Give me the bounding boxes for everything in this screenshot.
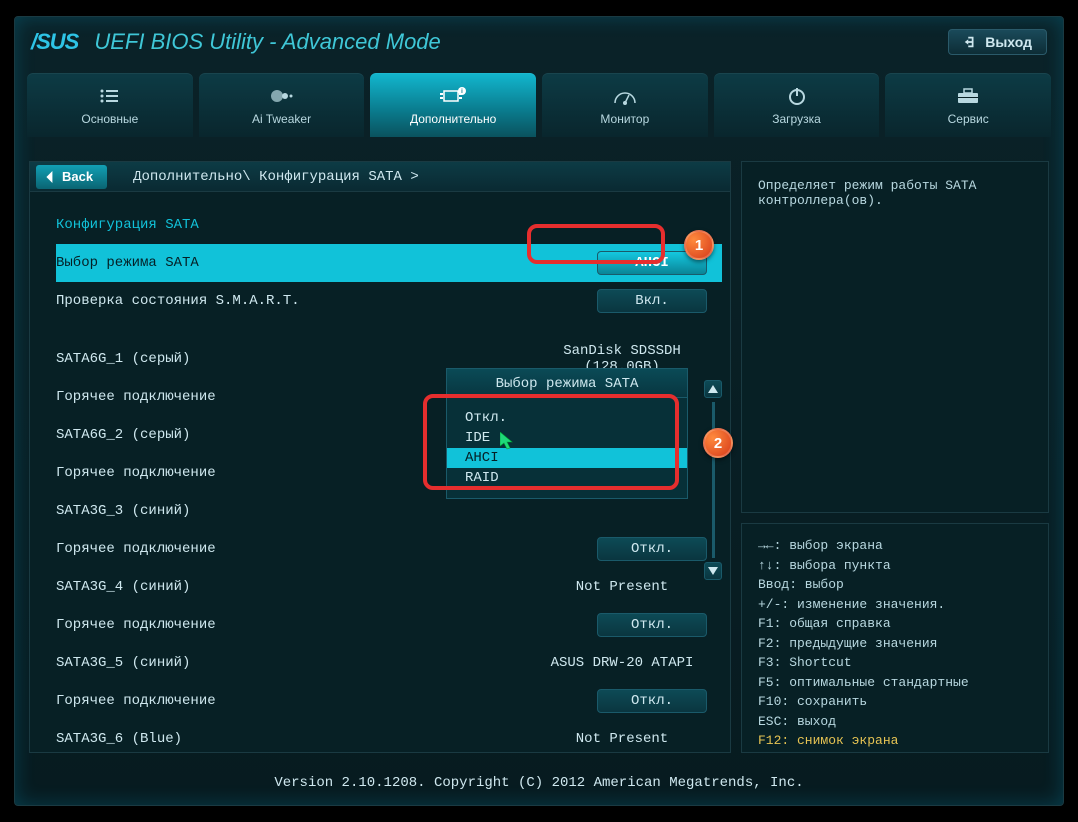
dropdown-option-disabled[interactable]: Откл. [447,408,687,428]
tab-label: Дополнительно [410,112,496,126]
dropdown-body: Откл. IDE AHCI RAID [446,398,688,499]
setting-port-6: SATA3G_6 (Blue) Not Present [56,720,722,758]
titlebar-left: /SUS UEFI BIOS Utility - Advanced Mode [31,29,441,55]
main-scrollbar [704,380,722,580]
tab-label: Ai Tweaker [252,112,311,126]
hotkey-line: F1: общая справка [758,614,1032,634]
setting-label: SATA3G_5 (синий) [56,655,522,671]
setting-value: Not Present [522,579,722,595]
scroll-track[interactable] [712,402,715,558]
setting-label: SATA6G_1 (серый) [56,351,522,367]
tab-label: Сервис [948,112,989,126]
heading-label: Конфигурация SATA [56,217,722,233]
setting-label: SATA3G_3 (синий) [56,503,722,519]
hotkey-line-highlight: F12: снимок экрана [758,731,1032,751]
setting-hotplug-3[interactable]: Горячее подключение Откл. [56,530,722,568]
tab-label: Монитор [600,112,649,126]
hotkey-line: F2: предыдущие значения [758,634,1032,654]
hotkey-line: +/-: изменение значения. [758,595,1032,615]
side-panel: Определяет режим работы SATA контроллера… [741,161,1049,753]
setting-value-button[interactable]: Откл. [597,689,707,713]
scroll-down-button[interactable] [704,562,722,580]
setting-label: Проверка состояния S.M.A.R.T. [56,293,582,309]
tweaker-icon [269,84,295,108]
setting-value-button[interactable]: Откл. [597,537,707,561]
tab-monitor[interactable]: Монитор [542,73,708,137]
setting-value: ASUS DRW-20 ATAPI [522,655,722,671]
exit-button[interactable]: Выход [948,29,1047,55]
annotation-badge-1: 1 [684,230,714,260]
asus-logo: /SUS [31,29,78,55]
setting-smart[interactable]: Проверка состояния S.M.A.R.T. Вкл. [56,282,722,320]
footer-text: Version 2.10.1208. Copyright (C) 2012 Am… [15,775,1063,791]
dropdown-option-ide[interactable]: IDE [447,428,687,448]
setting-label: Выбор режима SATA [56,255,582,271]
hotkey-line: F10: сохранить [758,692,1032,712]
tab-ai-tweaker[interactable]: Ai Tweaker [199,73,365,137]
hotkey-line: ↑↓: выбора пункта [758,556,1032,576]
hotkeys-box: →←: выбор экрана ↑↓: выбора пункта Ввод:… [741,523,1049,753]
annotation-badge-2: 2 [703,428,733,458]
setting-sata-mode[interactable]: Выбор режима SATA AHCI [56,244,722,282]
tab-advanced[interactable]: i Дополнительно [370,73,536,137]
scroll-up-button[interactable] [704,380,722,398]
help-box: Определяет режим работы SATA контроллера… [741,161,1049,513]
app-title: UEFI BIOS Utility - Advanced Mode [94,29,440,55]
tab-label: Основные [81,112,138,126]
setting-value-button[interactable]: Откл. [597,613,707,637]
setting-port-5: SATA3G_5 (синий) ASUS DRW-20 ATAPI [56,644,722,682]
breadcrumb-bar: Back Дополнительно\ Конфигурация SATA > [30,162,730,192]
power-icon [787,84,807,108]
setting-label: SATA3G_6 (Blue) [56,731,522,747]
setting-label: Горячее подключение [56,541,582,557]
setting-label: SATA3G_4 (синий) [56,579,522,595]
nav-tabs: Основные Ai Tweaker i Дополнительно Мони… [15,73,1063,137]
titlebar: /SUS UEFI BIOS Utility - Advanced Mode В… [15,17,1063,67]
sata-mode-dropdown: Выбор режима SATA Откл. IDE AHCI RAID [446,368,688,499]
list-icon [99,84,121,108]
breadcrumb-path: Дополнительно\ Конфигурация SATA > [133,169,419,185]
hotkey-line: ESC: выход [758,712,1032,732]
help-text: Определяет режим работы SATA контроллера… [758,178,976,208]
setting-label: Горячее подключение [56,617,582,633]
setting-hotplug-4[interactable]: Горячее подключение Откл. [56,606,722,644]
dropdown-option-raid[interactable]: RAID [447,468,687,488]
hotkey-line: Ввод: выбор [758,575,1032,595]
chevron-down-icon [708,567,718,575]
spacer [56,320,722,340]
hotkey-line: F3: Shortcut [758,653,1032,673]
dropdown-option-ahci[interactable]: AHCI [447,448,687,468]
chevron-left-icon [44,171,56,183]
dropdown-title: Выбор режима SATA [446,368,688,398]
main-panel: Back Дополнительно\ Конфигурация SATA > … [29,161,731,753]
setting-label: Горячее подключение [56,693,582,709]
setting-hotplug-5[interactable]: Горячее подключение Откл. [56,682,722,720]
back-label: Back [62,169,93,184]
tab-boot[interactable]: Загрузка [714,73,880,137]
toolbox-icon [956,84,980,108]
content-area: Back Дополнительно\ Конфигурация SATA > … [29,161,1049,753]
tab-tool[interactable]: Сервис [885,73,1051,137]
chip-icon: i [440,84,466,108]
setting-value-button[interactable]: Вкл. [597,289,707,313]
exit-icon [963,35,977,49]
exit-label: Выход [985,34,1032,50]
chevron-up-icon [708,385,718,393]
hotkey-line: →←: выбор экрана [758,536,1032,556]
hotkey-line: F5: оптимальные стандартные [758,673,1032,693]
bios-window: /SUS UEFI BIOS Utility - Advanced Mode В… [14,16,1064,806]
setting-port-4: SATA3G_4 (синий) Not Present [56,568,722,606]
back-button[interactable]: Back [36,165,107,189]
tab-main[interactable]: Основные [27,73,193,137]
setting-value: Not Present [522,731,722,747]
gauge-icon [613,84,637,108]
tab-label: Загрузка [772,112,821,126]
section-heading: Конфигурация SATA [56,206,722,244]
